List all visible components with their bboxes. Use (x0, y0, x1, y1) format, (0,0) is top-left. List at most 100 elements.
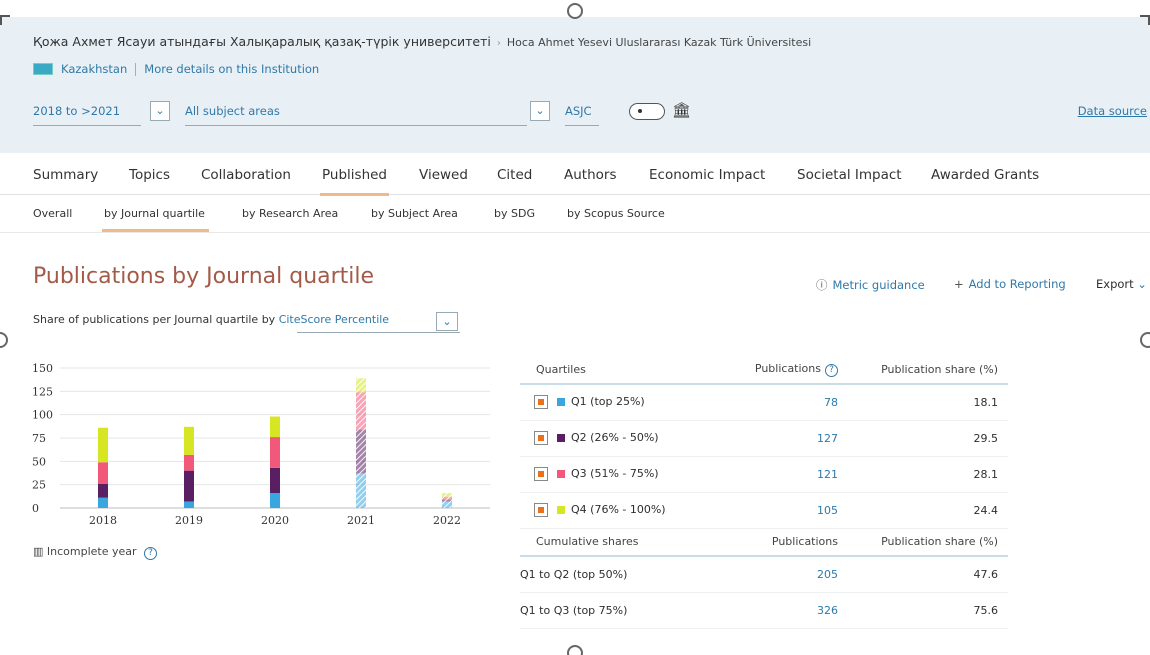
x-tick-label: 2022 (433, 514, 461, 527)
subtab-overall[interactable]: Overall (33, 207, 72, 220)
subtab-subject-area[interactable]: by Subject Area (371, 207, 458, 220)
data-source-link[interactable]: Data source (1078, 104, 1147, 118)
bar-segment[interactable] (184, 426, 194, 455)
bar-segment[interactable] (98, 427, 108, 463)
country-link[interactable]: Kazakhstan (61, 62, 127, 76)
incomplete-year-note: ▥ Incomplete year ? (33, 545, 158, 560)
tab-awarded-grants[interactable]: Awarded Grants (931, 167, 1039, 183)
title-separator: › (496, 38, 501, 49)
quartile-publications[interactable]: 105 (732, 492, 838, 529)
bar-segment[interactable] (270, 467, 280, 494)
tab-societal-impact[interactable]: Societal Impact (797, 167, 902, 183)
header-quartiles: Quartiles (520, 356, 732, 385)
resize-handle-top[interactable] (567, 3, 583, 19)
incomplete-hatch (442, 496, 452, 500)
x-tick-label: 2018 (89, 514, 117, 527)
tab-published[interactable]: Published (320, 167, 389, 196)
institution-details-link[interactable]: More details on this Institution (144, 62, 319, 76)
cumulative-publications[interactable]: 205 (732, 556, 838, 593)
quartile-cell: Q1 (top 25%) (520, 384, 732, 421)
share-metric-select[interactable]: CiteScore Percentile (279, 313, 389, 326)
year-range-select[interactable]: 2018 to >2021 (33, 104, 120, 118)
divider (135, 62, 137, 76)
quartile-checkbox[interactable] (534, 503, 548, 517)
tab-viewed[interactable]: Viewed (419, 167, 468, 183)
share-metric-dropdown-chevron-icon[interactable]: ⌄ (436, 312, 458, 331)
subtab-scopus-source[interactable]: by Scopus Source (567, 207, 665, 220)
bar-segment[interactable] (270, 416, 280, 438)
quartile-row: Q2 (26% - 50%) 127 29.5 (520, 420, 1008, 457)
subject-areas-underline (185, 125, 527, 126)
incomplete-hatch (442, 501, 452, 508)
y-tick-label: 50 (32, 455, 46, 468)
tab-topics[interactable]: Topics (129, 167, 170, 183)
y-tick-label: 150 (32, 362, 53, 375)
metric-guidance-button[interactable]: ⓘ Metric guidance (816, 277, 925, 293)
tab-cited[interactable]: Cited (497, 167, 532, 183)
add-to-reporting-label: Add to Reporting (968, 277, 1066, 291)
y-tick-label: 125 (32, 385, 53, 398)
quartile-publications[interactable]: 78 (732, 384, 838, 421)
institution-building-icon[interactable]: 🏛 (672, 101, 691, 119)
country-row: Kazakhstan More details on this Institut… (33, 62, 319, 76)
incomplete-hatch (356, 378, 366, 393)
cumulative-row: Q1 to Q2 (top 50%) 205 47.6 (520, 556, 1008, 593)
header-cumulative-share: Publication share (%) (838, 527, 1008, 557)
bar-segment[interactable] (184, 501, 194, 508)
quartile-swatch (557, 434, 565, 442)
bar-segment[interactable] (98, 462, 108, 484)
quartile-stacked-bar-chart: 150 125 100 75 50 25 0 2018 2019 2020 2021 2022 (32, 362, 490, 527)
bar-segment[interactable] (270, 437, 280, 468)
incomplete-hatch (442, 499, 452, 502)
subject-areas-select[interactable]: All subject areas (185, 104, 280, 118)
bar-segment[interactable] (184, 470, 194, 502)
subject-areas-dropdown-chevron-icon[interactable]: ⌄ (530, 101, 550, 121)
quartile-publications[interactable]: 127 (732, 420, 838, 457)
bar-segment[interactable] (270, 493, 280, 508)
y-tick-label: 75 (32, 432, 46, 445)
bar-segment[interactable] (98, 483, 108, 498)
bar-segment[interactable] (98, 497, 108, 508)
incomplete-hatch (442, 493, 452, 497)
year-range-dropdown-chevron-icon[interactable]: ⌄ (150, 101, 170, 121)
quartile-checkbox[interactable] (534, 467, 548, 481)
hatch-legend-icon: ▥ (33, 545, 47, 558)
classification-toggle[interactable] (629, 103, 665, 120)
tab-authors[interactable]: Authors (564, 167, 616, 183)
resize-handle-left[interactable] (0, 332, 8, 348)
incomplete-hatch (356, 392, 366, 430)
cumulative-table-header: Cumulative shares Publications Publicati… (520, 527, 1008, 557)
export-button[interactable]: Export ⌄ (1096, 277, 1147, 291)
header-publications: Publications? (732, 356, 838, 385)
subtab-journal-quartile[interactable]: by Journal quartile (102, 207, 209, 232)
bar-segment[interactable] (184, 454, 194, 471)
resize-corner-top-right[interactable] (1140, 15, 1150, 25)
subtab-sdg[interactable]: by SDG (494, 207, 535, 220)
help-icon[interactable]: ? (825, 364, 838, 377)
subtab-research-area[interactable]: by Research Area (242, 207, 338, 220)
tab-summary[interactable]: Summary (33, 167, 98, 183)
cumulative-label: Q1 to Q3 (top 75%) (520, 592, 732, 629)
quartile-checkbox[interactable] (534, 431, 548, 445)
x-tick-label: 2021 (347, 514, 375, 527)
resize-handle-bottom[interactable] (567, 645, 583, 655)
plus-icon: + (954, 277, 964, 291)
institution-name: Қожа Ахмет Ясауи атындағы Халықаралық қа… (33, 34, 491, 49)
resize-corner-top-left[interactable] (0, 15, 10, 25)
help-icon[interactable]: ? (144, 547, 158, 560)
y-tick-label: 25 (32, 479, 46, 492)
tab-collaboration[interactable]: Collaboration (201, 167, 291, 183)
quartile-swatch (557, 470, 565, 478)
quartile-checkbox[interactable] (534, 395, 548, 410)
quartile-publications[interactable]: 121 (732, 456, 838, 493)
cumulative-publications[interactable]: 326 (732, 592, 838, 629)
chevron-down-icon: ⌄ (1133, 277, 1147, 291)
classification-label[interactable]: ASJC (565, 104, 592, 118)
add-to-reporting-button[interactable]: + Add to Reporting (954, 277, 1066, 291)
export-label: Export (1096, 277, 1134, 291)
quartile-row: Q1 (top 25%) 78 18.1 (520, 384, 1008, 421)
tab-economic-impact[interactable]: Economic Impact (649, 167, 765, 183)
classification-underline (565, 125, 599, 126)
resize-handle-right[interactable] (1140, 332, 1150, 348)
metric-guidance-label: Metric guidance (832, 278, 925, 292)
